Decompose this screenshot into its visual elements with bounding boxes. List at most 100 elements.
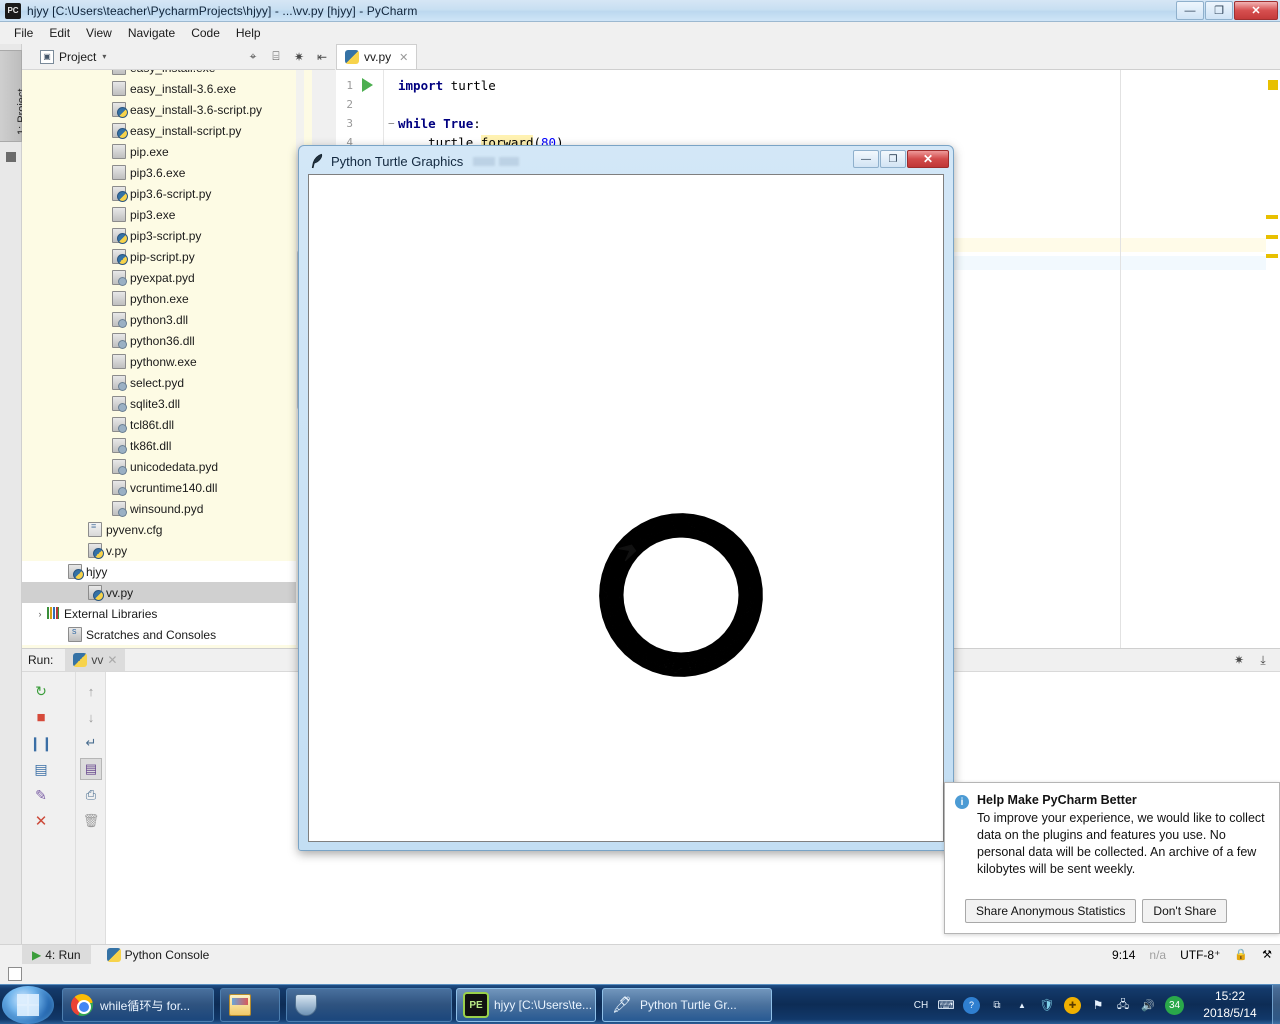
tree-item-winsound-pyd[interactable]: winsound.pyd — [22, 498, 312, 519]
dont-share-button[interactable]: Don't Share — [1142, 899, 1228, 923]
tree-item-pip3-exe[interactable]: pip3.exe — [22, 204, 312, 225]
chevron-down-icon[interactable]: ▾ — [102, 52, 106, 61]
warning-marker-3[interactable] — [1266, 254, 1278, 258]
python-turtle-graphics-window[interactable]: Python Turtle Graphics — ❐ ✕ — [298, 145, 954, 851]
rerun-button[interactable]: ↻ — [30, 680, 52, 702]
tree-item-hjyy[interactable]: hjyy — [22, 561, 312, 582]
pause-button[interactable]: ❙❙ — [29, 732, 52, 754]
caret-position[interactable]: 9:14 — [1112, 948, 1135, 962]
tree-item-v-py[interactable]: v.py — [22, 540, 312, 561]
statusbar-tab-run[interactable]: ▶ 4: Run — [22, 944, 91, 965]
tree-item-scratches-and-consoles[interactable]: Scratches and Consoles — [22, 624, 312, 645]
menu-item-code[interactable]: Code — [183, 24, 228, 42]
update-icon[interactable]: ✚ — [1064, 996, 1081, 1014]
tree-item-pip3-6-exe[interactable]: pip3.6.exe — [22, 162, 312, 183]
up-arrow-button[interactable]: ↑ — [80, 680, 102, 702]
tree-item-python36-dll[interactable]: python36.dll — [22, 330, 312, 351]
hide-panel-icon[interactable]: ⇤ — [315, 50, 329, 64]
tree-item-pyvenv-cfg[interactable]: pyvenv.cfg — [22, 519, 312, 540]
collapse-all-icon[interactable]: ⌸ — [269, 49, 283, 64]
tree-item-sqlite3-dll[interactable]: sqlite3.dll — [22, 393, 312, 414]
turtle-close-button[interactable]: ✕ — [907, 150, 949, 168]
console-button[interactable]: ▤ — [30, 758, 52, 780]
run-tab-vv[interactable]: vv ✕ — [65, 649, 126, 671]
start-button[interactable] — [2, 986, 54, 1024]
run-gutter-icon[interactable] — [362, 78, 373, 92]
battery-badge[interactable]: 34 — [1165, 995, 1184, 1015]
ime-indicator[interactable]: CH — [913, 997, 929, 1013]
keyboard-icon[interactable]: ⌨ — [937, 997, 954, 1013]
window-icon[interactable]: ⧉ — [989, 997, 1005, 1013]
taskbar-clock[interactable]: 15:22 2018/5/14 — [1190, 988, 1270, 1022]
close-button[interactable]: ✕ — [30, 810, 52, 832]
warning-marker-2[interactable] — [1266, 235, 1278, 239]
tree-item-pip3-6-script-py[interactable]: pip3.6-script.py — [22, 183, 312, 204]
structure-tab-icon[interactable] — [6, 152, 16, 162]
fold-marker-icon[interactable]: − — [388, 117, 395, 130]
warning-marker-top[interactable] — [1268, 80, 1278, 90]
turtle-minimize-button[interactable]: — — [853, 150, 879, 168]
taskbar-item-feather[interactable]: 🖋 Python Turtle Gr... — [602, 988, 772, 1022]
minimize-button[interactable]: — — [1176, 1, 1204, 20]
tree-item-easy-install-exe[interactable]: easy_install.exe — [22, 70, 312, 78]
encoding-indicator[interactable]: UTF-8⁺ — [1180, 948, 1220, 962]
line-separator[interactable]: n/a — [1149, 948, 1166, 962]
settings-gear-icon[interactable]: ✷ — [1232, 653, 1246, 667]
menu-item-edit[interactable]: Edit — [41, 24, 78, 42]
clear-all-button[interactable]: 🗑 — [80, 810, 102, 832]
run-tab-close-icon[interactable]: ✕ — [107, 653, 117, 667]
tree-item-unicodedata-pyd[interactable]: unicodedata.pyd — [22, 456, 312, 477]
menu-item-view[interactable]: View — [78, 24, 120, 42]
statusbar-python-console[interactable]: Python Console — [106, 947, 209, 962]
scroll-to-end-button[interactable]: ▤ — [80, 758, 102, 780]
network-icon[interactable]: 🖧 — [1115, 997, 1131, 1013]
turtle-canvas[interactable] — [308, 174, 944, 842]
help-icon[interactable]: ? — [963, 996, 980, 1014]
volume-icon[interactable]: 🔊 — [1140, 997, 1156, 1013]
tree-item-pip-script-py[interactable]: pip-script.py — [22, 246, 312, 267]
tree-item-vv-py[interactable]: vv.py — [22, 582, 312, 603]
tree-item-select-pyd[interactable]: select.pyd — [22, 372, 312, 393]
down-arrow-button[interactable]: ↓ — [80, 706, 102, 728]
menu-item-navigate[interactable]: Navigate — [120, 24, 183, 42]
turtle-maximize-button[interactable]: ❐ — [880, 150, 906, 168]
taskbar-item-folder[interactable] — [220, 988, 280, 1022]
tree-item-easy-install-3-6-exe[interactable]: easy_install-3.6.exe — [22, 78, 312, 99]
menu-item-help[interactable]: Help — [228, 24, 269, 42]
warning-marker-1[interactable] — [1266, 215, 1278, 219]
soft-wrap-button[interactable]: ↵ — [80, 732, 102, 754]
print-button[interactable]: ⎙ — [80, 784, 102, 806]
settings-gear-icon[interactable]: ✷ — [292, 50, 306, 64]
tree-item-python3-dll[interactable]: python3.dll — [22, 309, 312, 330]
pin-button[interactable]: ✎ — [30, 784, 52, 806]
event-log-icon[interactable] — [8, 967, 22, 981]
tree-item-tk86t-dll[interactable]: tk86t.dll — [22, 435, 312, 456]
share-anonymous-statistics-button[interactable]: Share Anonymous Statistics — [965, 899, 1137, 923]
taskbar-item-chrome[interactable]: while循环与 for... — [62, 988, 214, 1022]
project-file-tree[interactable]: easy_install.exe easy_install-3.6.exeeasy… — [22, 70, 312, 648]
tree-item-pip-exe[interactable]: pip.exe — [22, 141, 312, 162]
tree-item-easy-install-script-py[interactable]: easy_install-script.py — [22, 120, 312, 141]
notification-popup[interactable]: i Help Make PyCharm Better To improve yo… — [944, 782, 1280, 934]
show-desktop-button[interactable] — [1272, 985, 1280, 1024]
sidebar-tab-project[interactable]: 1: Project — [0, 50, 28, 142]
locate-icon[interactable]: ⌖ — [246, 49, 260, 64]
lock-icon[interactable]: 🔒 — [1234, 948, 1248, 961]
tree-item-external-libraries[interactable]: › External Libraries — [22, 603, 312, 624]
chevron-right-icon[interactable]: › — [34, 609, 46, 619]
export-icon[interactable]: ⤓ — [1256, 653, 1270, 667]
tab-vv-py[interactable]: vv.py ✕ — [336, 44, 418, 69]
close-button[interactable]: ✕ — [1234, 1, 1278, 20]
tree-item-pythonw-exe[interactable]: pythonw.exe — [22, 351, 312, 372]
show-hidden-icon[interactable]: ▲ — [1014, 997, 1030, 1013]
editor-marker-gutter[interactable] — [1266, 70, 1280, 648]
taskbar-item-pe[interactable]: PE hjyy [C:\Users\te... — [456, 988, 596, 1022]
tree-item-vcruntime140-dll[interactable]: vcruntime140.dll — [22, 477, 312, 498]
flag-icon[interactable]: ⚑ — [1090, 997, 1106, 1013]
tree-item-easy-install-3-6-script-py[interactable]: easy_install-3.6-script.py — [22, 99, 312, 120]
maximize-button[interactable]: ❐ — [1205, 1, 1233, 20]
tree-item-pyexpat-pyd[interactable]: pyexpat.pyd — [22, 267, 312, 288]
taskbar-item-shield[interactable] — [286, 988, 452, 1022]
tree-item-pip3-script-py[interactable]: pip3-script.py — [22, 225, 312, 246]
tree-item-python-exe[interactable]: python.exe — [22, 288, 312, 309]
